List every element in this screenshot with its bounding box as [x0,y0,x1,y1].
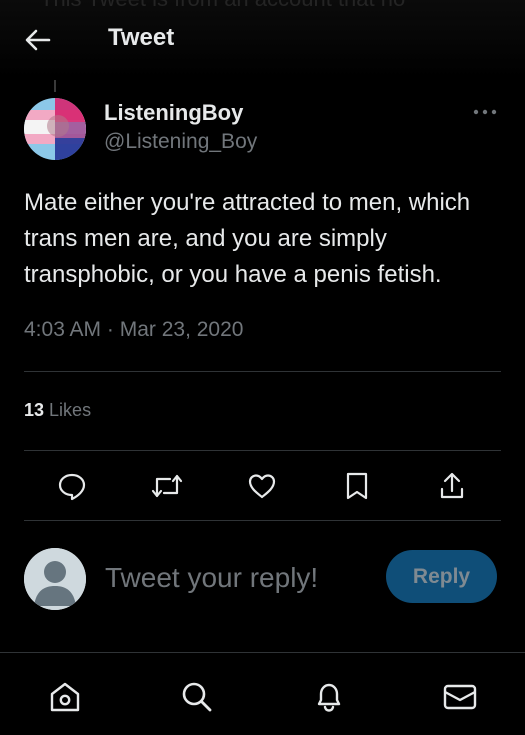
retweet-icon [151,474,183,498]
tweet-timestamp[interactable]: 4:03 AM · Mar 23, 2020 [24,318,243,342]
nav-notifications[interactable] [309,677,349,717]
divider [24,371,501,372]
bookmark-icon [346,472,368,500]
bottom-nav [0,652,525,735]
retweet-button[interactable] [147,468,187,504]
bell-icon [317,683,341,712]
share-button[interactable] [432,468,472,504]
faded-banner-text: This Tweet is from an account that no [40,0,510,26]
more-options-button[interactable] [470,100,500,124]
tweet-page: This Tweet is from an account that no Tw… [0,0,525,735]
divider [24,450,501,451]
likes-stat[interactable]: 13 Likes [24,400,91,421]
tweet-text: Mate either you're attracted to men, whi… [24,189,471,288]
arrow-left-icon [25,29,51,51]
reply-input[interactable] [105,560,365,596]
likes-count: 13 [24,400,45,420]
mail-icon [443,684,477,710]
header-bar: This Tweet is from an account that no Tw… [0,0,525,78]
more-dots-icon [473,109,497,115]
nav-search[interactable] [177,677,217,717]
like-button[interactable] [242,468,282,504]
thread-connector [54,80,56,92]
nav-home[interactable] [45,677,85,717]
back-button[interactable] [22,24,54,56]
author-handle[interactable]: @Listening_Boy [104,130,257,154]
reply-icon [58,473,86,501]
heart-icon [248,474,276,499]
author-avatar[interactable] [24,98,86,160]
likes-label: Likes [49,400,92,420]
reply-submit-button[interactable]: Reply [386,550,497,603]
nav-messages[interactable] [440,677,480,717]
avatar-image [24,98,86,160]
default-avatar-icon [24,548,86,610]
search-icon [182,682,212,712]
my-avatar[interactable] [24,548,86,610]
page-title: Tweet [108,24,175,51]
reply-button[interactable] [52,468,92,504]
divider [24,520,501,521]
author-display-name[interactable]: ListeningBoy [104,100,243,126]
bookmark-button[interactable] [337,468,377,504]
home-icon [50,682,80,712]
share-icon [440,472,464,499]
